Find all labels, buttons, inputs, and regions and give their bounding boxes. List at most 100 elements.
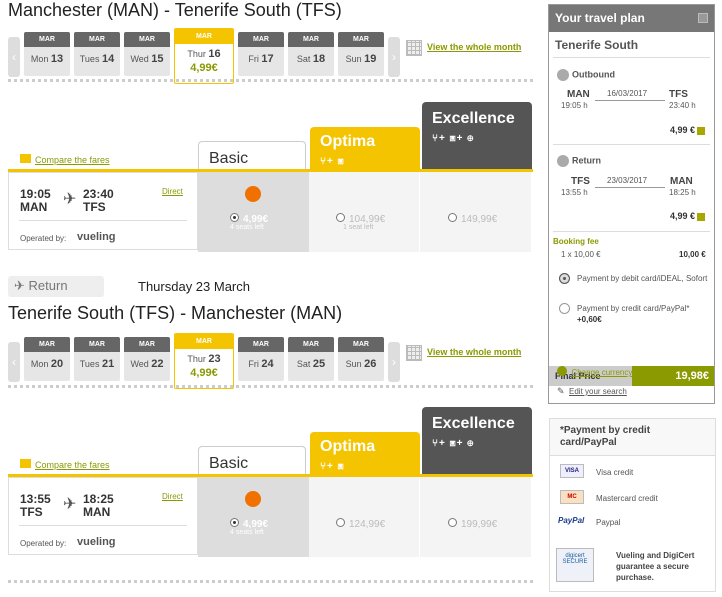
fare-radio-basic[interactable]	[230, 518, 239, 528]
date-number: 14	[101, 53, 115, 65]
secure-purchase-text: Vueling and DigiCert guarantee a secure …	[616, 551, 695, 582]
date-tab[interactable]: MAR Sat 25	[288, 337, 334, 381]
expand-icon[interactable]	[697, 126, 706, 135]
fare-cell-optima[interactable]: 104,99€ 1 seat left	[309, 172, 420, 252]
mastercard-label: Mastercard credit	[596, 494, 658, 503]
compare-fares[interactable]: Compare the fares	[20, 150, 110, 168]
pay-credit-surcharge: +0,60€	[577, 315, 602, 324]
optima-benefits-icons: ⑂+ ▣	[320, 156, 345, 167]
date-number: 20	[50, 358, 64, 370]
date-label: Sat 25	[288, 352, 334, 376]
view-whole-month-link-return[interactable]: View the whole month	[427, 347, 521, 357]
booking-fee-label: Booking fee	[553, 237, 599, 246]
date-weekday: Sat	[296, 359, 311, 369]
fare-header-basic[interactable]: Basic	[198, 141, 306, 171]
plan-out-price: 4,99 €	[670, 125, 706, 135]
change-currency-link[interactable]: Change currency	[571, 368, 632, 377]
date-tab[interactable]: MAR Thur 16 4,99€	[174, 28, 234, 84]
compare-fares-return[interactable]: Compare the fares	[20, 455, 110, 473]
seats-left-optima: 1 seat left	[343, 224, 374, 231]
date-month: MAR	[238, 32, 284, 47]
date-tab[interactable]: MAR Mon 20	[24, 337, 70, 381]
expand-icon[interactable]	[697, 212, 706, 221]
date-number: 26	[364, 358, 377, 370]
fare-cell-basic-return[interactable]: 4,99€ 4 seats left	[198, 477, 309, 557]
departure-time: 19:05	[20, 187, 51, 201]
fare-cell-basic[interactable]: 4,99€ 4 seats left	[198, 172, 309, 252]
date-tab[interactable]: MAR Thur 23 4,99€	[174, 333, 234, 389]
date-tab[interactable]: MAR Tues 21	[74, 337, 120, 381]
edit-search-link[interactable]: Edit your search	[569, 387, 627, 396]
date-tab[interactable]: MAR Wed 15	[124, 32, 170, 76]
date-weekday: Sun	[345, 54, 362, 64]
date-month: MAR	[288, 337, 334, 352]
date-month: MAR	[124, 337, 170, 352]
next-week-arrow[interactable]: ›	[388, 37, 400, 77]
card-divider	[19, 525, 187, 526]
card-divider	[19, 220, 187, 221]
date-tab[interactable]: MAR Fri 17	[238, 32, 284, 76]
date-tab[interactable]: MAR Sun 26	[338, 337, 384, 381]
date-label: Thur 16	[175, 44, 233, 62]
fare-header-excellence-return[interactable]: Excellence ⑂+ ▣+ ⊕	[422, 407, 532, 476]
departure-code: TFS	[20, 505, 43, 519]
date-tab[interactable]: MAR Wed 22	[124, 337, 170, 381]
collapse-icon[interactable]	[698, 13, 708, 23]
fare-header-optima-return[interactable]: Optima ⑂+ ▣	[310, 432, 420, 476]
outbound-label: Outbound	[572, 69, 615, 80]
fare-cell-excellence[interactable]: 149,99€	[420, 172, 531, 252]
travel-plan-title: Your travel plan	[555, 11, 645, 25]
prev-week-arrow-return[interactable]: ‹	[8, 342, 20, 382]
date-tab[interactable]: MAR Sun 19	[338, 32, 384, 76]
date-label: Tues 14	[74, 47, 120, 71]
fare-cell-excellence-return[interactable]: 199,99€	[420, 477, 531, 557]
prev-week-arrow[interactable]: ‹	[8, 37, 20, 77]
pay-credit-radio[interactable]	[559, 303, 570, 314]
fare-header-optima[interactable]: Optima ⑂+ ▣	[310, 127, 420, 171]
fare-cell-optima-return[interactable]: 124,99€	[309, 477, 420, 557]
plane-icon: ✈	[63, 191, 77, 208]
compare-chart-icon	[20, 154, 31, 164]
final-price-value: 19,98€	[632, 366, 714, 386]
panel-divider	[553, 144, 710, 145]
calendar-icon[interactable]	[406, 40, 422, 56]
hot-price-badge-icon	[245, 491, 261, 507]
date-price: 4,99€	[190, 367, 218, 379]
date-label: Fri 17	[238, 47, 284, 71]
date-weekday: Wed	[130, 54, 149, 64]
date-tab[interactable]: MAR Fri 24	[238, 337, 284, 381]
return-date: Thursday 23 March	[138, 279, 250, 294]
fare-header-excellence[interactable]: Excellence ⑂+ ▣+ ⊕	[422, 102, 532, 171]
direct-link[interactable]: Direct	[162, 187, 183, 196]
fare-radio-excellence[interactable]	[448, 518, 457, 528]
date-number: 23	[208, 353, 221, 365]
fare-radio-excellence[interactable]	[448, 213, 457, 223]
visa-icon: VISA	[560, 464, 584, 478]
date-month: MAR	[74, 337, 120, 352]
fare-radio-optima[interactable]	[336, 213, 345, 223]
edit-search[interactable]: ✎ Edit your search	[557, 381, 627, 399]
date-tab[interactable]: MAR Sat 18	[288, 32, 334, 76]
next-week-arrow-return[interactable]: ›	[388, 342, 400, 382]
date-tab[interactable]: MAR Tues 14	[74, 32, 120, 76]
paypal-icon: PayPal	[558, 516, 585, 525]
plan-ret-date: 23/03/2017	[607, 176, 648, 185]
change-currency[interactable]: Change currency	[557, 362, 632, 380]
compare-fares-link[interactable]: Compare the fares	[35, 155, 110, 165]
direct-link[interactable]: Direct	[162, 492, 183, 501]
plan-ret-arr: 18:25 h	[669, 188, 696, 197]
date-month: MAR	[238, 337, 284, 352]
compare-fares-link[interactable]: Compare the fares	[35, 460, 110, 470]
departure-code: MAN	[20, 200, 48, 214]
view-whole-month-link[interactable]: View the whole month	[427, 42, 521, 52]
fare-radio-optima[interactable]	[336, 518, 345, 528]
fare-header-basic-return[interactable]: Basic	[198, 446, 306, 476]
fare-radio-basic[interactable]	[230, 213, 239, 223]
date-label: Thur 23	[175, 349, 233, 367]
plan-out-arr: 23:40 h	[669, 101, 696, 110]
plan-ret-from: TFS	[571, 176, 590, 187]
date-tab[interactable]: MAR Mon 13	[24, 32, 70, 76]
calendar-icon[interactable]	[406, 345, 422, 361]
date-number: 22	[151, 358, 164, 370]
pay-debit-radio[interactable]	[559, 273, 570, 284]
